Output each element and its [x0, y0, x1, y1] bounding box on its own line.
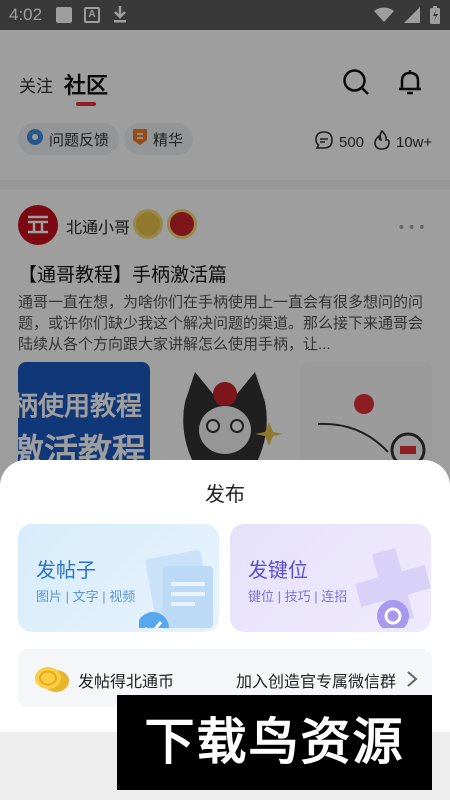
join-wechat-group-link[interactable]: 加入创造官专属微信群: [236, 668, 396, 692]
document-check-icon: [137, 544, 219, 632]
post-button-title: 发帖子: [36, 560, 96, 582]
keymap-button-subtitle: 键位 | 技巧 | 连招: [248, 589, 348, 604]
keymap-button-title: 发键位: [248, 560, 308, 582]
chevron-right-icon[interactable]: [406, 670, 418, 692]
dpad-icon: [351, 544, 431, 632]
coin-icon: [34, 665, 70, 697]
post-button-subtitle: 图片 | 文字 | 视频: [36, 589, 136, 604]
sheet-title: 发布: [205, 484, 245, 506]
coin-label: 发帖得北通币: [78, 674, 175, 691]
watermark-logo: 下载鸟资源: [117, 695, 432, 790]
post-button[interactable]: 发帖子 图片 | 文字 | 视频: [18, 524, 219, 632]
keymap-button[interactable]: 发键位 键位 | 技巧 | 连招: [230, 524, 431, 632]
